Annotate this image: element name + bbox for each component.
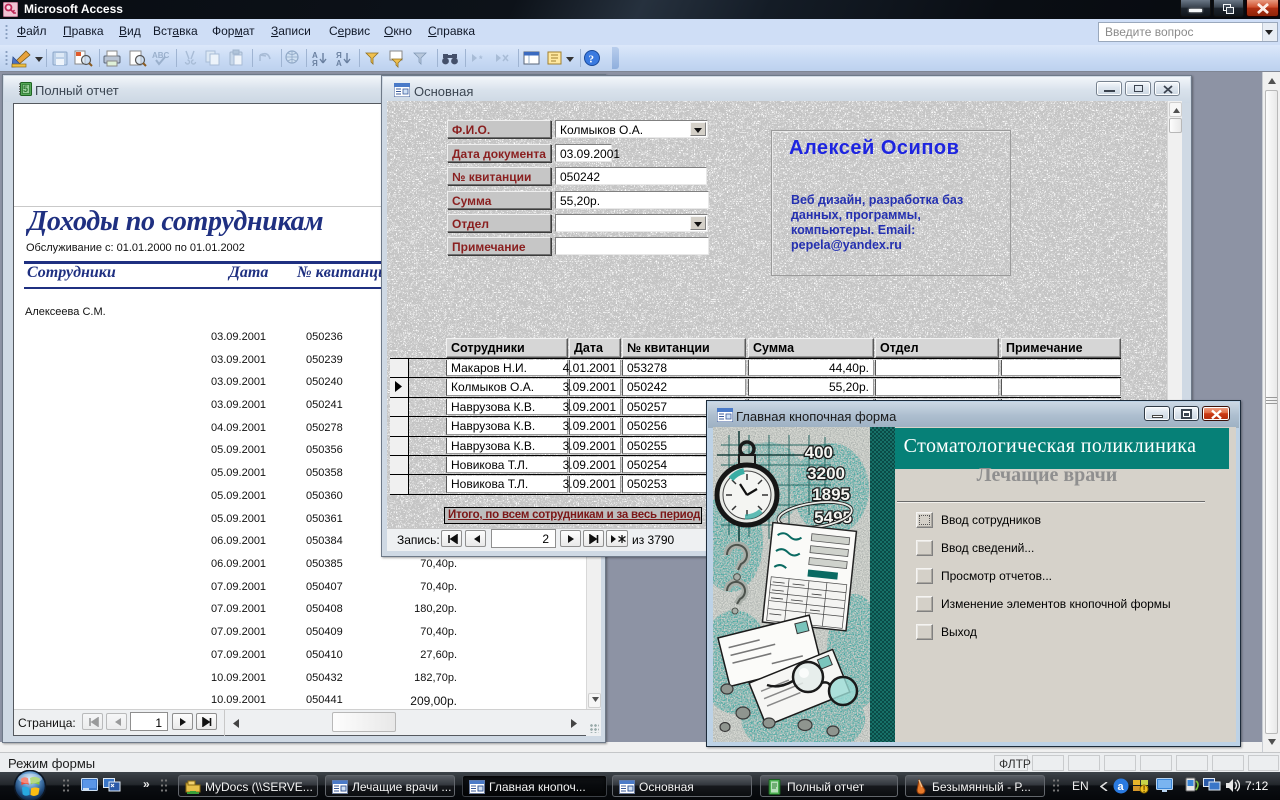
svg-text:*: * — [479, 54, 483, 64]
svg-text:ABC: ABC — [152, 51, 170, 60]
svg-text:А: А — [336, 59, 342, 68]
svg-text:400: 400 — [805, 443, 833, 462]
svg-text:Я: Я — [312, 59, 318, 68]
svg-text:3200: 3200 — [807, 464, 845, 483]
svg-text:5: 5 — [23, 84, 28, 94]
svg-text:?: ? — [589, 54, 595, 66]
svg-text:!: ! — [1143, 785, 1146, 794]
svg-text:a: a — [1118, 781, 1125, 793]
